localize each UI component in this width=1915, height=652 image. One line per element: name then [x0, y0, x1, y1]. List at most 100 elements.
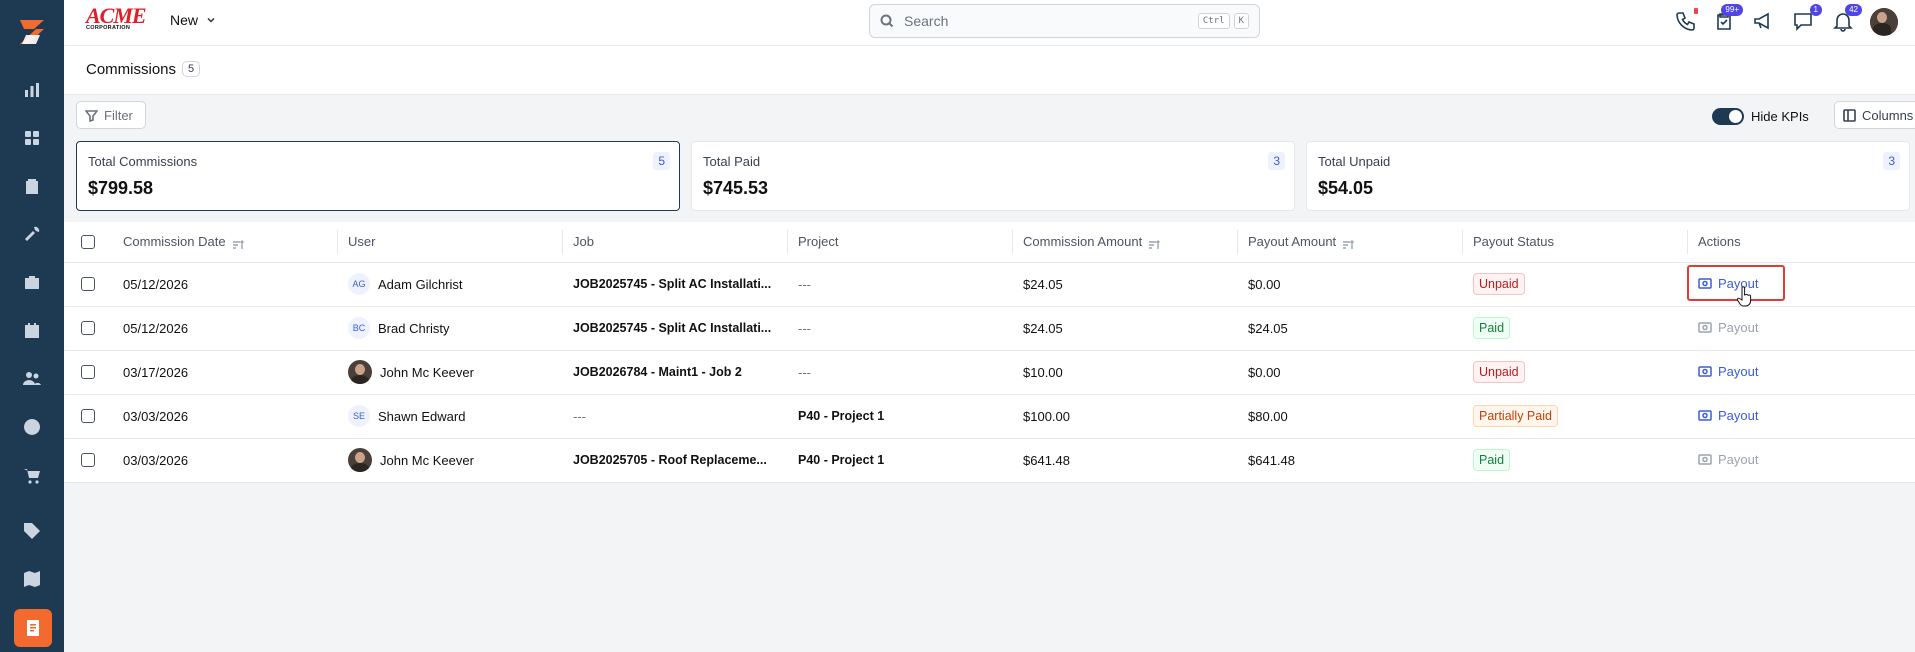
cell-actions: Payout [1687, 394, 1915, 439]
new-button[interactable]: New [170, 12, 216, 28]
cell-actions: Payout [1687, 306, 1915, 351]
app-logo-icon[interactable] [14, 14, 50, 50]
acme-logo[interactable]: ACME CORPORATION [86, 5, 148, 35]
megaphone-icon [1754, 12, 1769, 30]
money-icon [1698, 366, 1712, 377]
cell-payout-amount: $641.48 [1237, 438, 1462, 483]
messages-button[interactable]: 1 [1792, 4, 1822, 34]
col-project[interactable]: Project [787, 222, 1012, 263]
user-photo-avatar [348, 360, 372, 384]
payout-label: Payout [1718, 364, 1759, 379]
toolbar: Filter Hide KPIs Columns [76, 101, 1915, 131]
cell-user: BC Brad Christy [337, 306, 562, 351]
cell-job[interactable]: JOB2025745 - Split AC Installati... [562, 306, 787, 351]
user-photo-avatar [348, 448, 372, 472]
row-checkbox[interactable] [81, 277, 95, 291]
clock-icon [24, 419, 41, 435]
table-row[interactable]: 05/12/2026 BC Brad Christy JOB2025745 - S… [64, 306, 1915, 351]
cell-status: Paid [1462, 306, 1687, 351]
status-badge: Paid [1473, 449, 1511, 471]
row-checkbox[interactable] [81, 321, 95, 335]
user-name[interactable]: John Mc Keever [380, 365, 474, 380]
table-row[interactable]: 03/17/2026 John Mc Keever JOB2026784 - M… [64, 350, 1915, 395]
columns-button[interactable]: Columns [1834, 101, 1915, 129]
user-name[interactable]: John Mc Keever [380, 453, 474, 468]
avatar-photo [1870, 8, 1898, 36]
user-name[interactable]: Brad Christy [378, 321, 450, 336]
sidebar-item-dashboard[interactable] [16, 74, 48, 106]
kpi-label: Total Unpaid [1318, 154, 1391, 169]
payout-button[interactable]: Payout [1698, 452, 1758, 467]
phone-alert-dot [1694, 8, 1698, 14]
sidebar-item-calendar[interactable] [16, 315, 48, 347]
user-name[interactable]: Adam Gilchrist [378, 277, 463, 292]
sidebar-item-customers[interactable] [16, 363, 48, 395]
cell-project: --- [787, 350, 1012, 395]
kbd-k: K [1233, 13, 1249, 29]
row-checkbox[interactable] [81, 453, 95, 467]
search-input[interactable]: Search Ctrl K [869, 4, 1260, 38]
kpi-total-unpaid[interactable]: Total Unpaid $54.05 3 [1306, 141, 1910, 211]
user-initials-avatar: BC [348, 317, 370, 339]
sort-icon[interactable] [1342, 238, 1355, 249]
cell-job[interactable]: JOB2025745 - Split AC Installati... [562, 262, 787, 307]
cell-job[interactable]: JOB2025705 - Roof Replaceme... [562, 438, 787, 483]
sidebar-item-estimates[interactable] [16, 170, 48, 202]
sidebar-item-commissions[interactable] [14, 609, 52, 647]
kpi-total-paid[interactable]: Total Paid $745.53 3 [691, 141, 1295, 211]
row-checkbox[interactable] [81, 409, 95, 423]
sidebar-item-projects[interactable] [16, 266, 48, 298]
sidebar-item-apps[interactable] [16, 122, 48, 154]
payout-label: Payout [1718, 452, 1759, 467]
cell-job[interactable]: JOB2026784 - Maint1 - Job 2 [562, 350, 787, 395]
filter-label: Filter [104, 107, 133, 123]
row-checkbox[interactable] [81, 365, 95, 379]
header-label: User [348, 234, 376, 250]
kpi-count: 3 [1268, 152, 1285, 170]
cell-date: 05/12/2026 [112, 262, 337, 307]
user-name[interactable]: Shawn Edward [378, 409, 465, 424]
select-all-checkbox[interactable] [81, 234, 95, 249]
hide-kpis-toggle[interactable] [1712, 108, 1744, 125]
table-row[interactable]: 03/03/2026 SE Shawn Edward --- P40 - Proj… [64, 394, 1915, 439]
phone-button[interactable] [1674, 8, 1698, 34]
row-select-cell [64, 306, 112, 351]
main-content: Filter Hide KPIs Columns Total Commissio… [64, 95, 1915, 652]
col-commission-amount[interactable]: Commission Amount [1012, 222, 1237, 263]
briefcase-icon [25, 276, 39, 289]
payout-button[interactable]: Payout [1698, 320, 1758, 335]
col-user[interactable]: User [337, 222, 562, 263]
sidebar-item-map[interactable] [16, 563, 48, 595]
table-row[interactable]: 03/03/2026 John Mc Keever JOB2025705 - R… [64, 438, 1915, 483]
payout-button[interactable]: Payout [1698, 408, 1758, 423]
announcements-button[interactable] [1752, 10, 1776, 34]
sidebar-item-timesheets[interactable] [16, 411, 48, 443]
filter-button[interactable]: Filter [76, 101, 146, 129]
sidebar-item-pricebook[interactable] [16, 515, 48, 547]
col-payout-amount[interactable]: Payout Amount [1237, 222, 1462, 263]
notifications-button[interactable]: 42 [1832, 4, 1862, 34]
cell-project[interactable]: P40 - Project 1 [787, 394, 1012, 439]
kpi-value: $54.05 [1318, 178, 1374, 198]
sort-icon[interactable] [1148, 238, 1161, 249]
payout-label: Payout [1718, 408, 1759, 423]
sort-icon[interactable] [232, 238, 244, 249]
sidebar-item-jobs[interactable] [16, 218, 48, 250]
user-avatar[interactable] [1870, 8, 1898, 36]
new-label: New [170, 12, 199, 28]
cell-actions: Payout [1687, 262, 1915, 307]
cell-project[interactable]: P40 - Project 1 [787, 438, 1012, 483]
status-badge: Paid [1473, 317, 1511, 339]
notifications-badge: 42 [1845, 4, 1862, 16]
col-job[interactable]: Job [562, 222, 787, 263]
cell-project: --- [787, 262, 1012, 307]
col-payout-status[interactable]: Payout Status [1462, 222, 1687, 263]
payout-button[interactable]: Payout [1698, 364, 1758, 379]
sidebar-item-purchasing[interactable] [16, 460, 48, 492]
table-row[interactable]: 05/12/2026 AG Adam Gilchrist JOB2025745 -… [64, 262, 1915, 307]
col-commission-date[interactable]: Commission Date [112, 222, 337, 263]
page-title: Commissions [86, 61, 177, 78]
search-icon [880, 14, 894, 28]
tasks-button[interactable]: 99+ [1713, 4, 1743, 34]
kpi-total-commissions[interactable]: Total Commissions $799.58 5 [76, 141, 680, 211]
